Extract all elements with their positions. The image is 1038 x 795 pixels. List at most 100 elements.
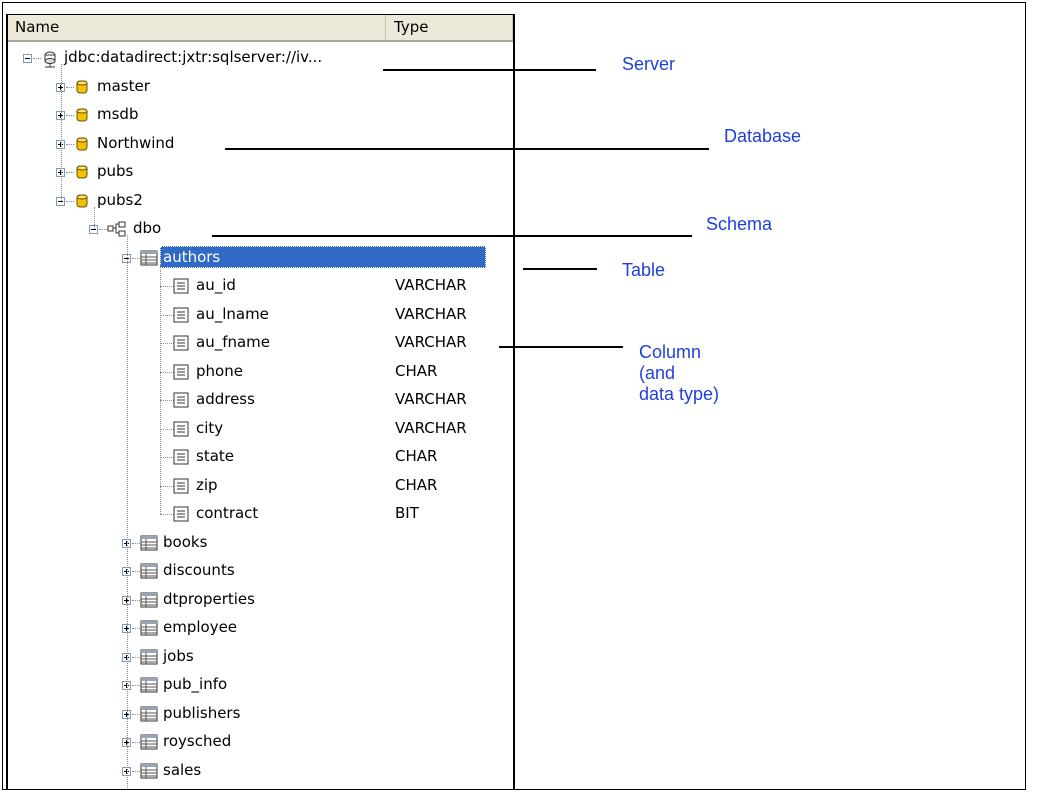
- column-type: VARCHAR: [395, 276, 467, 294]
- column-row[interactable]: phone CHAR: [8, 358, 513, 386]
- table-pub_info-label: pub_info: [163, 675, 228, 693]
- tree-connector: [132, 742, 140, 743]
- tree-connector: [160, 343, 174, 344]
- tree-connector: [160, 514, 174, 515]
- table-row[interactable]: dtproperties: [8, 586, 513, 614]
- column-header: Name Type: [8, 15, 513, 42]
- column-row[interactable]: state CHAR: [8, 443, 513, 471]
- table-icon: [140, 250, 158, 266]
- column-row[interactable]: city VARCHAR: [8, 415, 513, 443]
- db-row[interactable]: Northwind: [8, 130, 513, 158]
- table-icon: [140, 535, 158, 551]
- column-address-label: address: [196, 390, 255, 408]
- table-row[interactable]: sales: [8, 757, 513, 785]
- column-au_fname-label: au_fname: [196, 333, 271, 351]
- column-row[interactable]: contract BIT: [8, 500, 513, 528]
- schema-callout-line: [212, 235, 692, 237]
- tree-connector: [160, 315, 174, 316]
- database-icon: [74, 79, 90, 95]
- tree-connector: [132, 600, 140, 601]
- column-phone-label: phone: [196, 362, 243, 380]
- db-row[interactable]: msdb: [8, 101, 513, 129]
- column-icon: [173, 421, 189, 437]
- column-icon: [173, 506, 189, 522]
- table-publishers-label: publishers: [163, 704, 241, 722]
- column-au_lname-label: au_lname: [196, 305, 269, 323]
- column-zip-label: zip: [196, 476, 218, 494]
- tree-connector: [132, 543, 140, 544]
- tree-connector: [99, 229, 107, 230]
- column-icon: [173, 278, 189, 294]
- table-row[interactable]: jobs: [8, 643, 513, 671]
- tree-connector: [160, 457, 174, 458]
- db-row[interactable]: master: [8, 73, 513, 101]
- table-employee-label: employee: [163, 618, 238, 636]
- column-contract-label: contract: [196, 504, 259, 522]
- column-icon: [173, 364, 189, 380]
- table-icon: [140, 734, 158, 750]
- column-row[interactable]: au_fname VARCHAR: [8, 329, 513, 357]
- name-column-header[interactable]: Name: [8, 15, 386, 40]
- type-column-header[interactable]: Type: [387, 15, 513, 40]
- column-row[interactable]: zip CHAR: [8, 472, 513, 500]
- schema-dbo-label: dbo: [133, 219, 162, 237]
- database-icon: [74, 164, 90, 180]
- database-icon: [74, 107, 90, 123]
- tree-connector: [127, 235, 128, 789]
- table-row[interactable]: roysched: [8, 728, 513, 756]
- table-authors-label: authors: [160, 246, 486, 268]
- tree-connector: [61, 64, 62, 201]
- column-type: VARCHAR: [395, 305, 467, 323]
- column-icon: [173, 449, 189, 465]
- column-icon: [173, 335, 189, 351]
- column-city-label: city: [196, 419, 224, 437]
- table-row[interactable]: authors: [8, 244, 513, 272]
- column-type: CHAR: [395, 476, 438, 494]
- tree-connector: [132, 657, 140, 658]
- column-callout-line: [499, 346, 623, 348]
- column-icon: [173, 392, 189, 408]
- column-row[interactable]: au_id VARCHAR: [8, 272, 513, 300]
- tree-connector: [33, 58, 41, 59]
- column-state-label: state: [196, 447, 234, 465]
- table-row[interactable]: publishers: [8, 700, 513, 728]
- tree-connector: [66, 172, 74, 173]
- column-callout-line2: (and: [639, 363, 676, 383]
- server-row[interactable]: jdbc:datadirect:jxtr:sqlserver://iv...: [8, 44, 513, 72]
- table-discounts-label: discounts: [163, 561, 235, 579]
- tree-connector: [160, 372, 174, 373]
- table-row[interactable]: books: [8, 529, 513, 557]
- schema-tree-panel: Name Type jdbc:datadirect:jxtr:sqlserver…: [6, 14, 515, 789]
- table-books-label: books: [163, 533, 208, 551]
- database-callout-line: [225, 148, 709, 150]
- column-icon: [173, 478, 189, 494]
- database-icon: [74, 193, 90, 209]
- server-callout: Server: [622, 54, 676, 74]
- table-roysched-label: roysched: [163, 732, 232, 750]
- table-jobs-label: jobs: [163, 647, 194, 665]
- table-sales-label: sales: [163, 761, 202, 779]
- table-icon: [140, 677, 158, 693]
- table-row[interactable]: employee: [8, 614, 513, 642]
- column-row[interactable]: au_lname VARCHAR: [8, 301, 513, 329]
- table-row[interactable]: pub_info: [8, 671, 513, 699]
- column-row[interactable]: address VARCHAR: [8, 386, 513, 414]
- tree-connector: [160, 264, 161, 514]
- server-label: jdbc:datadirect:jxtr:sqlserver://iv...: [64, 48, 323, 66]
- schema-row[interactable]: dbo: [8, 215, 513, 243]
- db-row[interactable]: pubs: [8, 158, 513, 186]
- tree-connector: [132, 714, 140, 715]
- collapse-icon[interactable]: [23, 54, 32, 63]
- column-au_id-label: au_id: [196, 276, 236, 294]
- table-row[interactable]: discounts: [8, 557, 513, 585]
- database-callout: Database: [724, 126, 802, 146]
- database-northwind-label: Northwind: [97, 134, 175, 152]
- db-row[interactable]: pubs2: [8, 187, 513, 215]
- server-icon: [41, 50, 57, 68]
- tree-connector: [132, 258, 140, 259]
- table-callout-line: [523, 268, 597, 270]
- database-icon: [74, 136, 90, 152]
- tree-connector: [66, 115, 74, 116]
- column-type: BIT: [395, 504, 419, 522]
- tree-connector: [66, 201, 74, 202]
